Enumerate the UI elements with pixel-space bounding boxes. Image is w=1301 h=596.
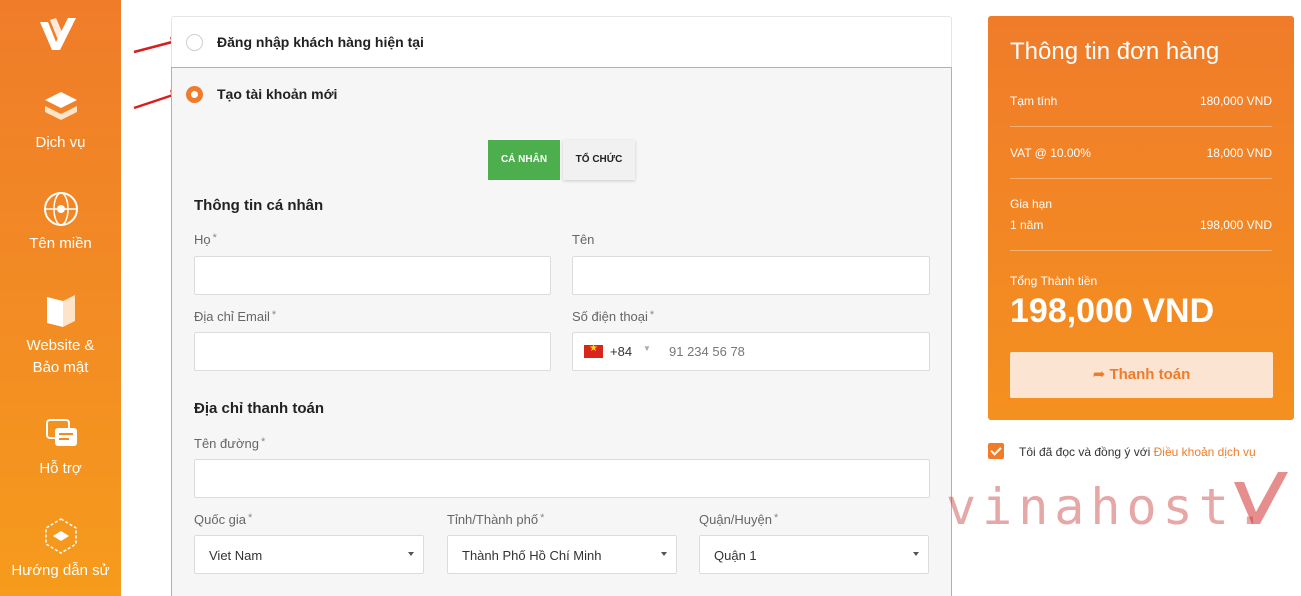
existing-customer-label[interactable]: Đăng nhập khách hàng hiện tại xyxy=(217,34,424,50)
tab-organization[interactable]: TỔ CHỨC xyxy=(563,140,635,180)
sidebar-item-label: Tên miền xyxy=(29,235,92,252)
vinahost-logo-icon[interactable] xyxy=(36,14,80,54)
sidebar-item-domain[interactable]: Tên miền xyxy=(0,189,121,255)
country-value: Viet Nam xyxy=(209,548,263,563)
globe-icon xyxy=(43,192,78,226)
order-summary: Thông tin đơn hàng Tạm tính 180,000 VND … xyxy=(988,16,1294,420)
province-label: Tỉnh/Thành phố * xyxy=(447,512,545,527)
district-value: Quận 1 xyxy=(714,548,757,563)
new-account-label[interactable]: Tạo tài khoản mới xyxy=(217,86,337,102)
sidebar-item-label: Hỗ trợ xyxy=(39,460,82,477)
layers-icon xyxy=(44,92,77,120)
first-name-label: Tên xyxy=(572,232,595,247)
chevron-down-icon xyxy=(408,552,414,556)
checkout-button-label: Thanh toán xyxy=(1109,366,1191,383)
terms-link[interactable]: Điều khoản dịch vụ xyxy=(1154,445,1256,459)
vat-value: 18,000 VND xyxy=(1206,146,1272,160)
personal-info-title: Thông tin cá nhân xyxy=(194,197,324,214)
terms-text: Tôi đã đọc và đồng ý với Điều khoản dịch… xyxy=(1019,445,1256,459)
support-chat-icon xyxy=(45,419,77,446)
order-title: Thông tin đơn hàng xyxy=(1010,38,1220,65)
terms-checkbox[interactable] xyxy=(988,443,1004,459)
sidebar: Dịch vụ Tên miền Website & Bảo mật Hỗ tr… xyxy=(0,0,121,596)
total-value: 198,000 VND xyxy=(1010,292,1215,330)
first-name-input[interactable] xyxy=(572,256,930,295)
renew-period: 1 năm xyxy=(1010,218,1044,232)
divider xyxy=(1010,250,1272,251)
chevron-down-icon xyxy=(661,552,667,556)
province-select[interactable]: Thành Phố Hồ Chí Minh xyxy=(447,535,677,574)
share-arrow-icon: ➦ xyxy=(1092,366,1106,383)
phone-input[interactable]: +84 ▼ 91 234 56 78 xyxy=(572,332,930,371)
vat-label: VAT @ 10.00% xyxy=(1010,146,1091,160)
email-label: Địa chỉ Email * xyxy=(194,309,277,324)
sidebar-item-guide[interactable]: Hướng dẫn sử xyxy=(0,516,121,582)
shield-book-icon xyxy=(46,295,75,327)
renew-value: 198,000 VND xyxy=(1199,218,1272,232)
vinahost-watermark: vinahost. xyxy=(946,478,1271,536)
street-label: Tên đường * xyxy=(194,436,266,451)
tab-personal[interactable]: CÁ NHÂN xyxy=(488,140,560,180)
sidebar-item-label: Website & Bảo mật xyxy=(26,337,95,376)
email-input[interactable] xyxy=(194,332,551,371)
divider xyxy=(1010,178,1272,179)
guide-icon xyxy=(44,518,77,554)
chevron-down-icon xyxy=(913,552,919,556)
sidebar-item-services[interactable]: Dịch vụ xyxy=(0,88,121,154)
sidebar-item-support[interactable]: Hỗ trợ xyxy=(0,414,121,480)
checkout-button[interactable]: ➦ Thanh toán xyxy=(1010,352,1273,398)
subtotal-label: Tạm tính xyxy=(1010,94,1058,108)
new-account-radio[interactable] xyxy=(186,86,203,103)
country-label: Quốc gia * xyxy=(194,512,253,527)
billing-address-title: Địa chỉ thanh toán xyxy=(194,400,325,417)
existing-customer-radio[interactable] xyxy=(186,34,203,51)
chevron-down-icon[interactable]: ▼ xyxy=(643,344,651,353)
province-value: Thành Phố Hồ Chí Minh xyxy=(462,548,602,563)
sidebar-item-label: Hướng dẫn sử xyxy=(11,562,110,579)
district-select[interactable]: Quận 1 xyxy=(699,535,929,574)
sidebar-item-website-security[interactable]: Website & Bảo mật xyxy=(0,291,121,379)
subtotal-value: 180,000 VND xyxy=(1199,94,1272,108)
vinahost-watermark-logo-icon xyxy=(1234,472,1288,524)
last-name-label: Họ * xyxy=(194,232,217,247)
phone-label: Số điện thoại * xyxy=(572,309,655,324)
street-input[interactable] xyxy=(194,459,930,498)
last-name-input[interactable] xyxy=(194,256,551,295)
district-label: Quận/Huyện * xyxy=(699,512,779,527)
total-label: Tổng Thành tiền xyxy=(1010,274,1098,288)
terms-label: Tôi đã đọc và đồng ý với xyxy=(1019,445,1151,459)
country-select[interactable]: Viet Nam xyxy=(194,535,424,574)
phone-country-code[interactable]: +84 xyxy=(610,344,632,359)
renew-label: Gia hạn xyxy=(1010,197,1053,211)
phone-placeholder: 91 234 56 78 xyxy=(669,344,745,359)
divider xyxy=(1010,126,1272,127)
vietnam-flag-icon[interactable] xyxy=(584,343,603,358)
sidebar-item-label: Dịch vụ xyxy=(35,134,86,151)
